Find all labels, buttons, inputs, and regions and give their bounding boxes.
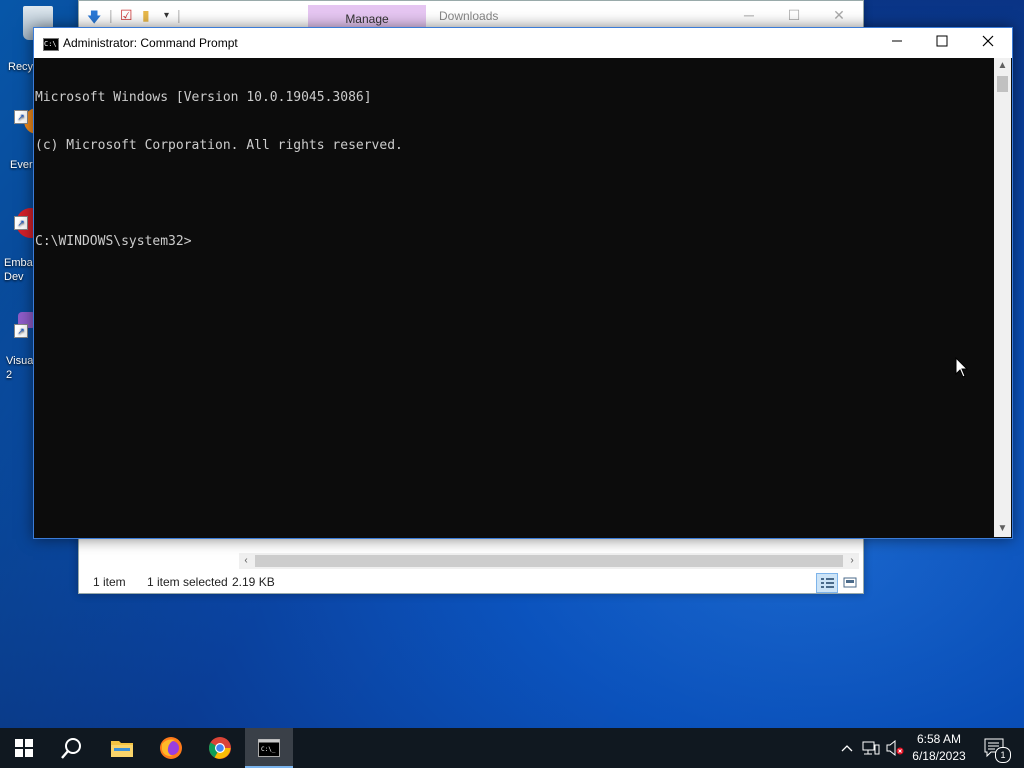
volume-button[interactable] [883, 728, 907, 768]
network-icon [862, 741, 880, 755]
status-item-count: 1 item [93, 575, 126, 589]
horizontal-scrollbar[interactable]: ‹ › [239, 553, 859, 569]
taskbar: C:\_ 6:58 AM 6/18/2023 1 [0, 728, 1024, 768]
qa-divider: | [177, 7, 181, 23]
scroll-down-icon[interactable]: ▼ [994, 521, 1011, 537]
properties-icon[interactable]: ☑ [120, 7, 133, 24]
console-line: (c) Microsoft Corporation. All rights re… [35, 138, 403, 153]
large-icons-view-icon[interactable] [839, 573, 861, 593]
taskbar-file-explorer[interactable] [98, 728, 146, 768]
volume-muted-icon [886, 740, 904, 756]
console-prompt-line[interactable]: C:\WINDOWS\system32> [35, 234, 993, 250]
maximize-button[interactable] [919, 28, 965, 58]
quick-access-dropdown-icon[interactable]: ▾ [164, 10, 169, 21]
scroll-left-icon[interactable]: ‹ [239, 553, 253, 569]
command-prompt-icon: C:\_ [258, 739, 280, 757]
minimize-button[interactable] [874, 28, 920, 58]
qa-divider: | [109, 7, 113, 23]
file-explorer-icon [111, 741, 133, 757]
scrollbar-thumb[interactable] [997, 76, 1008, 92]
search-icon [61, 738, 81, 759]
chevron-up-icon [841, 745, 853, 752]
notification-count-badge: 1 [995, 747, 1011, 763]
clock-date: 6/18/2023 [912, 749, 966, 763]
shortcut-arrow-icon: ↗ [14, 324, 28, 338]
action-center-button[interactable]: 1 [978, 728, 1012, 768]
shortcut-arrow-icon: ↗ [14, 110, 28, 124]
minimize-button[interactable]: ─ [739, 7, 759, 25]
start-icon [15, 739, 33, 757]
taskbar-firefox[interactable] [147, 728, 195, 768]
svg-text:C:\_: C:\_ [261, 746, 276, 753]
scroll-up-icon[interactable]: ▲ [994, 58, 1011, 74]
taskbar-command-prompt[interactable]: C:\_ [245, 728, 293, 768]
shortcut-arrow-icon: ↗ [14, 216, 28, 230]
scroll-right-icon[interactable]: › [845, 553, 859, 569]
show-hidden-icons-button[interactable] [836, 728, 858, 768]
status-bar: 1 item 1 item selected 2.19 KB [79, 571, 863, 593]
new-folder-icon[interactable]: ▮ [142, 7, 150, 24]
details-view-icon[interactable] [816, 573, 838, 593]
mouse-pointer-icon [955, 356, 969, 384]
search-button[interactable] [48, 728, 96, 768]
close-button[interactable] [965, 28, 1011, 58]
chrome-icon [209, 737, 231, 759]
clock-time: 6:58 AM [916, 732, 962, 746]
cmd-app-icon: C:\ [43, 38, 59, 51]
system-clock[interactable]: 6:58 AM 6/18/2023 [906, 731, 972, 765]
close-button[interactable]: ✕ [829, 7, 849, 25]
explorer-window-title: Downloads [439, 9, 499, 23]
network-status-button[interactable] [860, 728, 882, 768]
command-prompt-window[interactable]: C:\ Administrator: Command Prompt Micros… [33, 27, 1013, 539]
cmd-title-bar[interactable]: C:\ Administrator: Command Prompt [34, 28, 1012, 58]
vertical-scrollbar[interactable]: ▲ ▼ [994, 58, 1011, 537]
maximize-button[interactable]: ☐ [784, 7, 804, 25]
cmd-window-title: Administrator: Command Prompt [63, 36, 238, 50]
console-line: Microsoft Windows [Version 10.0.19045.30… [35, 90, 372, 105]
status-selected: 1 item selected [147, 575, 228, 589]
taskbar-chrome[interactable] [196, 728, 244, 768]
status-size: 2.19 KB [232, 575, 275, 589]
scrollbar-thumb[interactable] [255, 555, 843, 567]
firefox-icon [160, 737, 182, 759]
console-output[interactable]: Microsoft Windows [Version 10.0.19045.30… [35, 58, 993, 536]
start-button[interactable] [0, 728, 48, 768]
